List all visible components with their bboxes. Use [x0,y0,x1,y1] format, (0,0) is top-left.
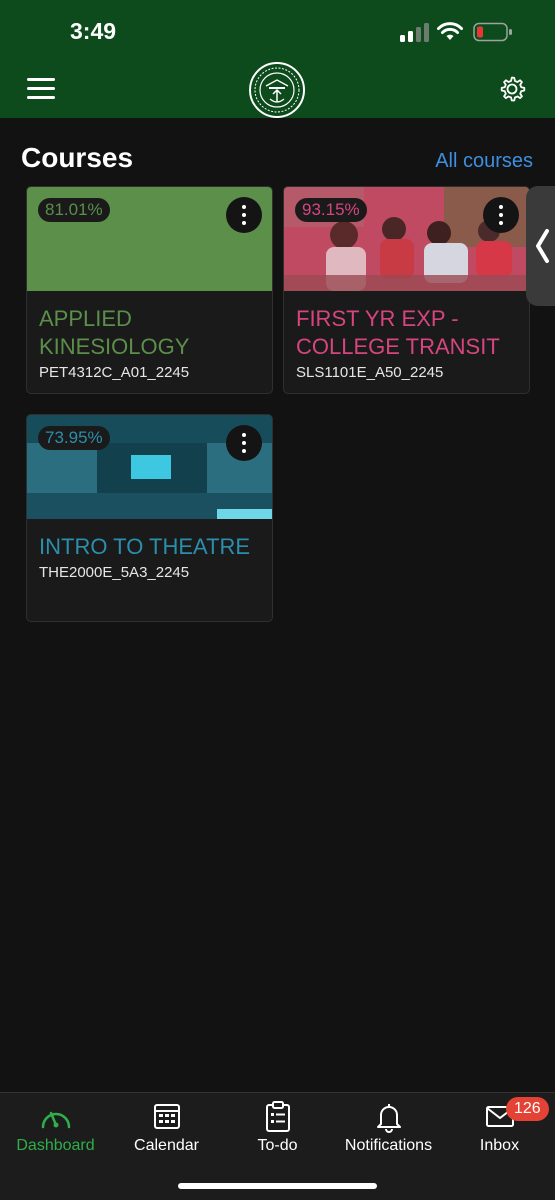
course-name: INTRO TO THEATRE [39,534,251,559]
page-title: Courses [21,142,134,173]
gear-icon[interactable] [497,74,527,104]
tab-label: Notifications [344,1137,433,1154]
battery-low-icon [473,22,512,42]
todo-clipboard-icon [265,1101,290,1132]
wifi-icon [437,22,463,40]
status-time: 3:49 [70,18,117,44]
hamburger-menu-icon[interactable] [27,78,55,100]
tab-dashboard[interactable]: Dashboard [0,1093,111,1173]
dashboard-gauge-icon [41,1111,70,1129]
tab-label: To-do [257,1137,298,1154]
course-code: SLS1101E_A50_2245 [296,364,444,381]
course-card-applied-kinesiology[interactable]: 81.01% APPLIED KINESIOLOGY PET4312C_A01_… [26,186,273,394]
course-code: THE2000E_5A3_2245 [39,564,190,581]
more-options-icon[interactable] [483,197,519,233]
tab-label: Calendar [134,1137,199,1154]
tab-todo[interactable]: To-do [222,1093,333,1173]
tab-label: Inbox [479,1137,520,1154]
grade-badge: 93.15% [295,198,367,222]
calendar-icon [153,1104,180,1129]
cellular-signal-icon [400,22,430,42]
tab-label: Dashboard [16,1137,95,1154]
course-card-intro-to-theatre[interactable]: 73.95% INTRO TO THEATRE THE2000E_5A3_224… [26,414,273,622]
course-card-first-yr-exp[interactable]: 93.15% FIRST YR EXP - COLLEGE TRANSIT SL… [283,186,530,394]
grade-badge: 81.01% [38,198,110,222]
home-indicator [178,1183,377,1189]
side-drawer-handle[interactable] [526,186,555,306]
course-name: FIRST YR EXP - COLLEGE TRANSIT [296,306,500,359]
chevron-left-icon [536,229,549,263]
tab-calendar[interactable]: Calendar [111,1093,222,1173]
course-code: PET4312C_A01_2245 [39,364,190,381]
more-options-icon[interactable] [226,197,262,233]
app-header: 3:49 [0,0,555,118]
tab-notifications[interactable]: Notifications [333,1093,444,1173]
all-courses-link[interactable]: All courses [435,150,533,173]
bell-icon [376,1104,401,1133]
course-name: APPLIED KINESIOLOGY [39,306,190,359]
inbox-unread-badge: 126 [506,1097,549,1121]
more-options-icon[interactable] [226,425,262,461]
grade-badge: 73.95% [38,426,110,450]
university-seal-logo [249,62,305,118]
